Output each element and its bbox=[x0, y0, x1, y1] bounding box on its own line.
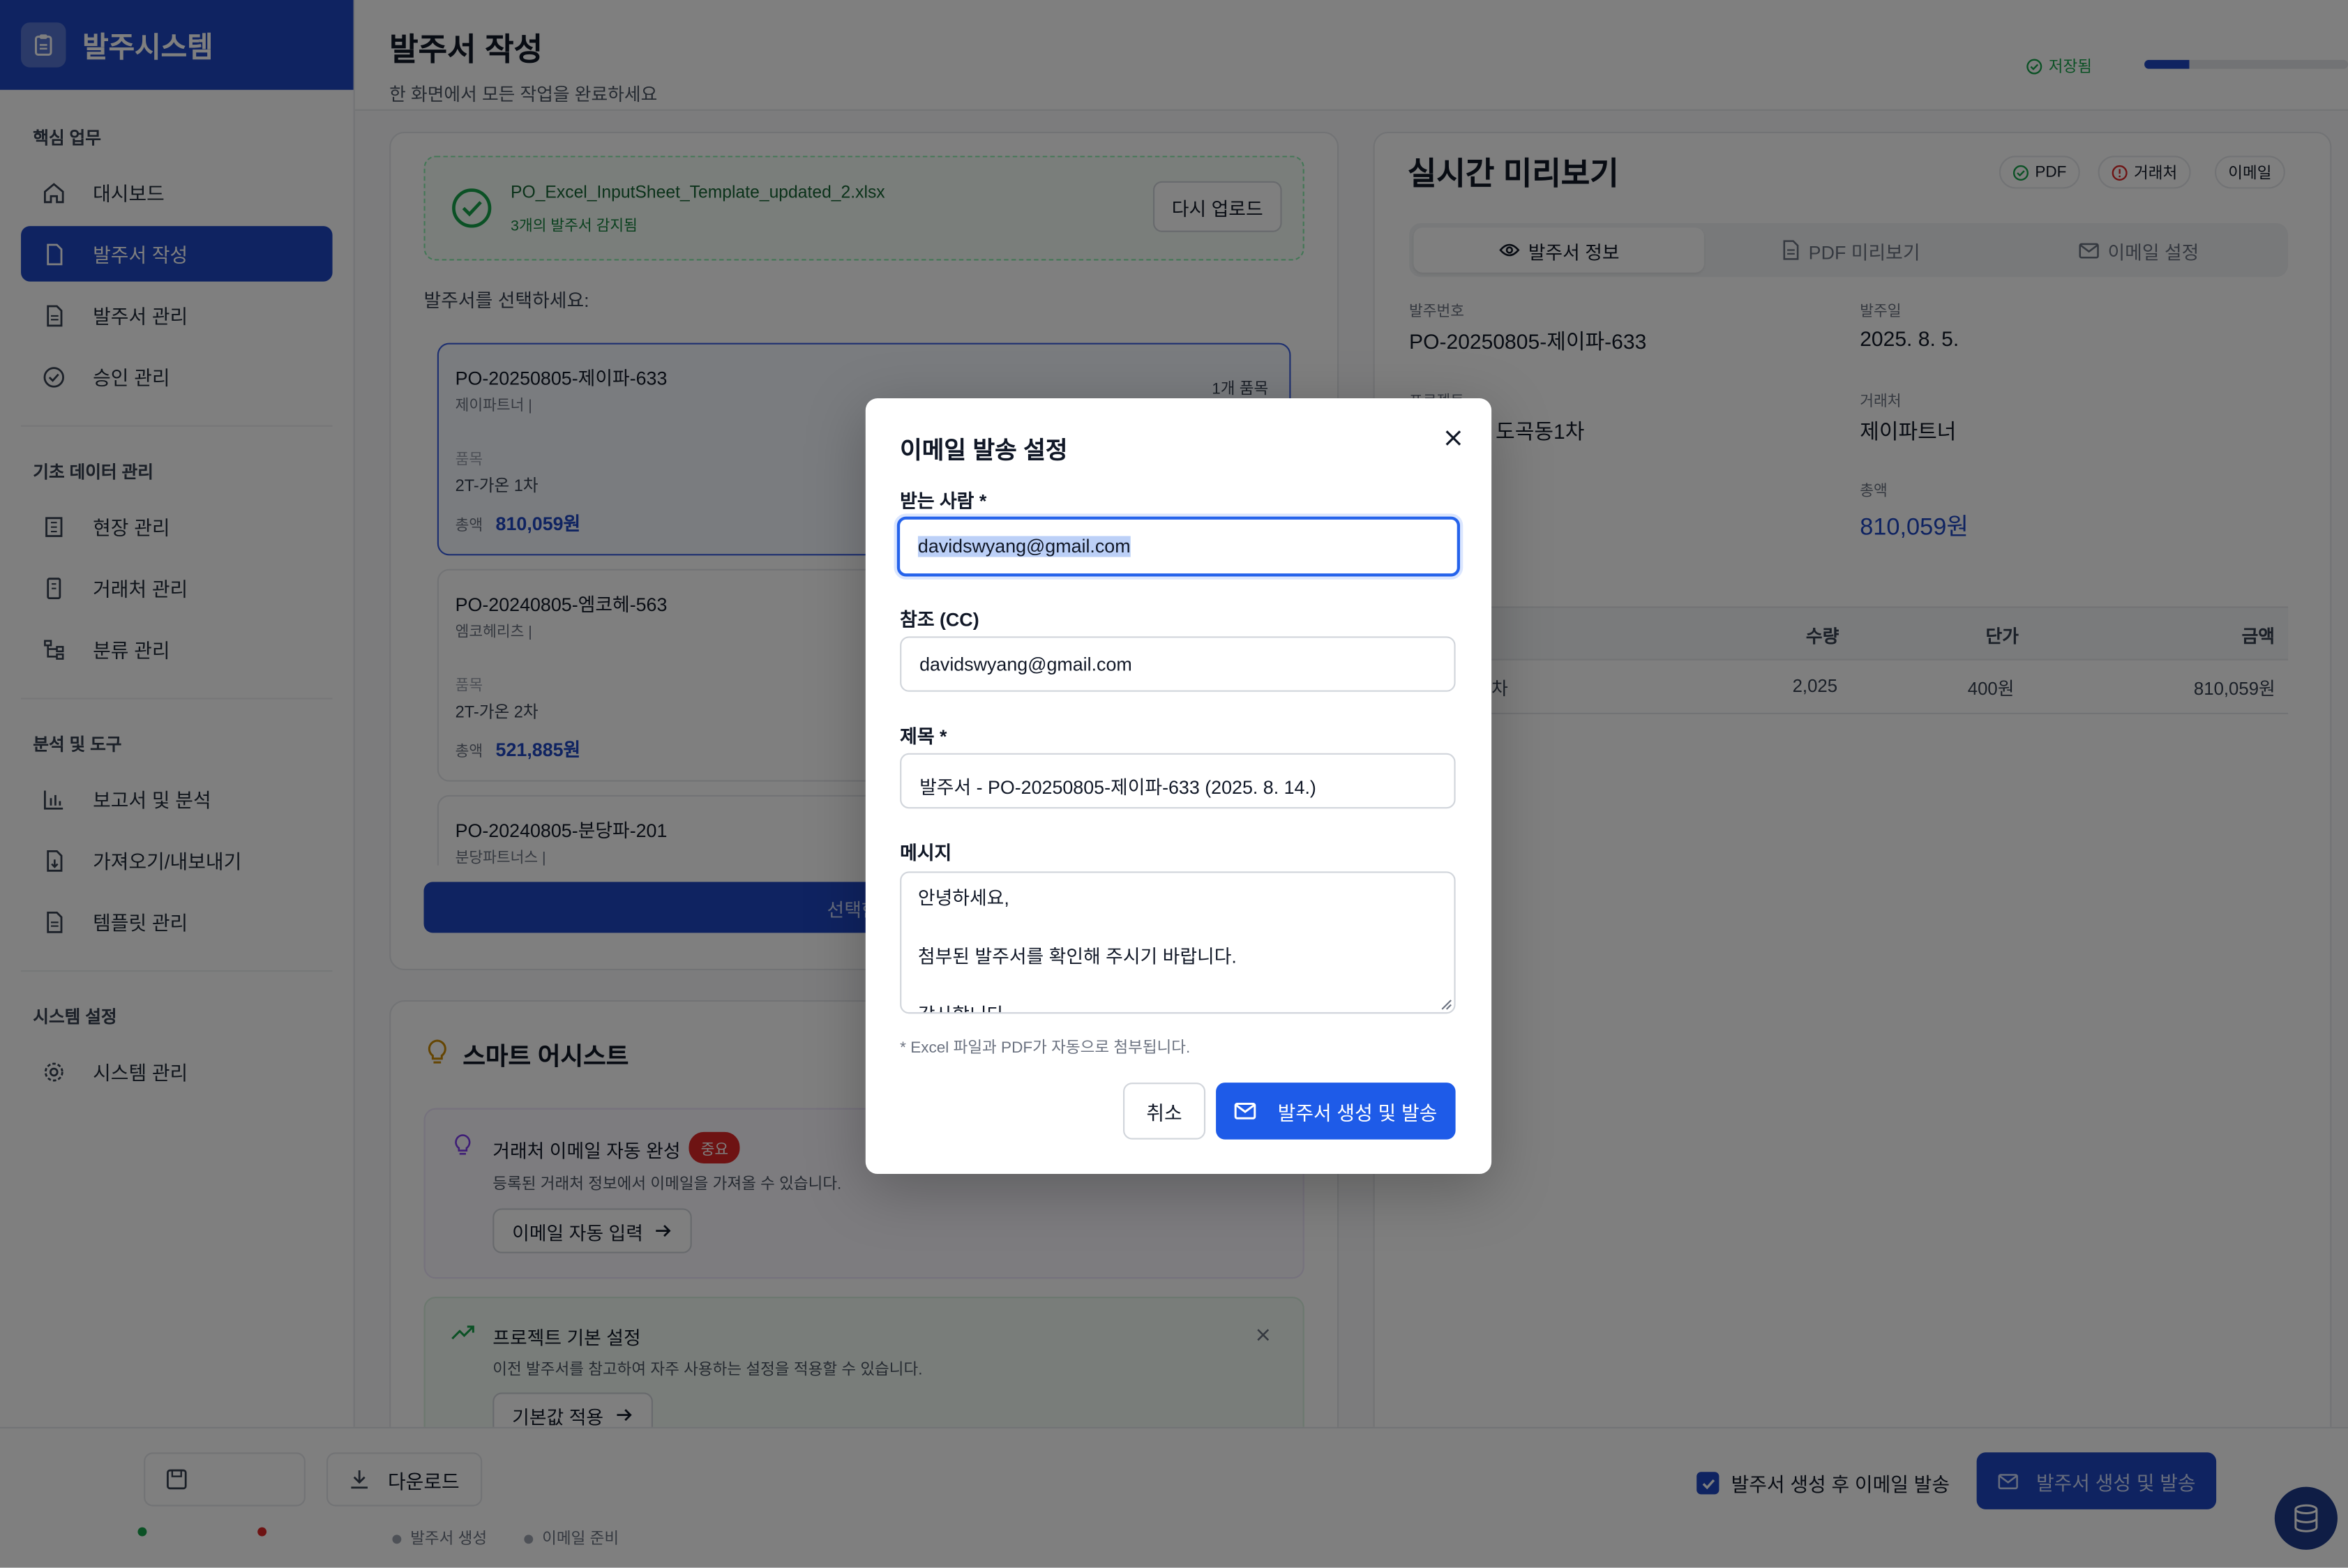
attachment-note: * Excel 파일과 PDF가 자동으로 첨부됩니다. bbox=[900, 1039, 1191, 1057]
to-label: 받는 사람 * bbox=[900, 491, 987, 513]
app-root: 발주시스템 핵심 업무 대시보드 발주서 작성 발주서 관리 승인 관리 기초 … bbox=[0, 0, 2348, 1568]
subject-label: 제목 * bbox=[900, 726, 947, 748]
close-icon[interactable] bbox=[1438, 422, 1468, 452]
button-label: 발주서 생성 및 발송 bbox=[1277, 1101, 1438, 1124]
message-label: 메시지 bbox=[900, 843, 952, 864]
modal-title: 이메일 발송 설정 bbox=[900, 438, 1068, 465]
cancel-button[interactable]: 취소 bbox=[1123, 1083, 1206, 1140]
to-email-value: davidswyang@gmail.com bbox=[917, 536, 1131, 557]
cc-label: 참조 (CC) bbox=[900, 609, 979, 631]
message-textarea[interactable]: 안녕하세요, 첨부된 발주서를 확인해 주시기 바랍니다. 감사합니다. bbox=[900, 871, 1456, 1014]
cc-email-value: davidswyang@gmail.com bbox=[919, 654, 1132, 676]
subject-value: 발주서 - PO-20250805-제이파-633 (2025. 8. 14.) bbox=[919, 777, 1316, 799]
cc-email-field[interactable]: davidswyang@gmail.com bbox=[900, 636, 1456, 692]
resize-handle-icon[interactable] bbox=[1440, 999, 1452, 1011]
subject-field[interactable]: 발주서 - PO-20250805-제이파-633 (2025. 8. 14.) bbox=[900, 753, 1456, 809]
mail-icon bbox=[1235, 1103, 1256, 1120]
to-email-field[interactable]: davidswyang@gmail.com bbox=[896, 516, 1461, 577]
send-button[interactable]: 발주서 생성 및 발송 bbox=[1216, 1083, 1456, 1140]
email-settings-modal: 이메일 발송 설정 받는 사람 * davidswyang@gmail.com … bbox=[865, 398, 1492, 1175]
